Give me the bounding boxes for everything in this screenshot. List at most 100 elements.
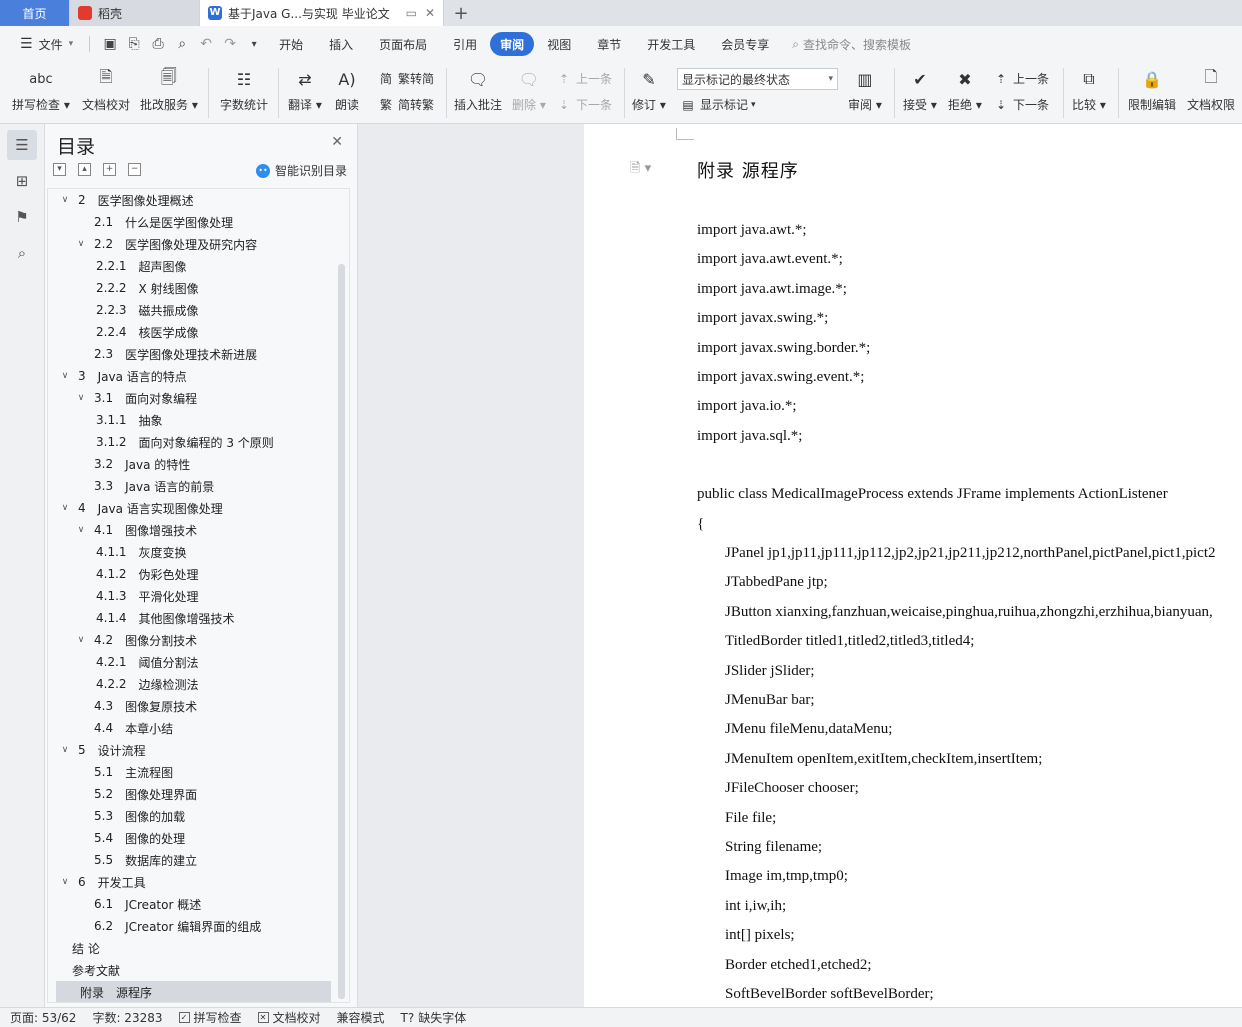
toc-item[interactable]: ∨ 4 Java 语言实现图像处理 bbox=[48, 497, 333, 519]
tab-start[interactable]: 开始 bbox=[266, 32, 316, 56]
export-pdf-icon[interactable]: ⎘ bbox=[122, 32, 146, 56]
toc-item[interactable]: 6.1 JCreator 概述 bbox=[48, 893, 333, 915]
delete-comment-button[interactable]: 🗨 删除 ▾ bbox=[512, 62, 546, 113]
restrict-edit-button[interactable]: 🔒 限制编辑 bbox=[1128, 62, 1176, 113]
tab-page-layout[interactable]: 页面布局 bbox=[366, 32, 440, 56]
toc-item[interactable]: 5.2 图像处理界面 bbox=[48, 783, 333, 805]
to-simplified-button[interactable]: 繁 简转繁 bbox=[378, 96, 434, 113]
toc-item[interactable]: 5.1 主流程图 bbox=[48, 761, 333, 783]
tab-daoke[interactable]: 稻壳 bbox=[70, 0, 200, 26]
toc-item[interactable]: ∨ 5 设计流程 bbox=[48, 739, 333, 761]
translate-button[interactable]: ⇄ 翻译 ▾ bbox=[288, 62, 322, 113]
toc-item[interactable]: 结 论 bbox=[48, 937, 333, 959]
toc-item[interactable]: ∨ 2.2 医学图像处理及研究内容 bbox=[48, 233, 333, 255]
prev-comment-button[interactable]: ⇡ 上一条 bbox=[556, 70, 612, 87]
toc-item[interactable]: 参考文献 bbox=[48, 959, 333, 981]
tab-pin-icon[interactable]: ▭ bbox=[406, 6, 417, 20]
tab-review[interactable]: 审阅 bbox=[490, 32, 535, 56]
review-service-button[interactable]: 🗐 批改服务 ▾ bbox=[140, 62, 198, 113]
toc-item[interactable]: 4.1.1 灰度变换 bbox=[48, 541, 333, 563]
insert-comment-button[interactable]: 🗨 插入批注 bbox=[454, 62, 502, 113]
paragraph-layout-icon[interactable]: 🗎 ▾ bbox=[630, 159, 651, 181]
next-comment-button[interactable]: ⇣ 下一条 bbox=[556, 96, 612, 113]
toc-item[interactable]: 2.2.2 X 射线图像 bbox=[48, 277, 333, 299]
toc-item[interactable]: 6.2 JCreator 编辑界面的组成 bbox=[48, 915, 333, 937]
toc-item[interactable]: 2.2.3 磁共振成像 bbox=[48, 299, 333, 321]
toc-item[interactable]: 2.2.1 超声图像 bbox=[48, 255, 333, 277]
search-icon[interactable]: ⌕ bbox=[7, 238, 37, 268]
collapse-all-icon[interactable]: ▴ bbox=[78, 163, 91, 176]
chevron-down-icon[interactable]: ∨ bbox=[58, 371, 72, 381]
toc-item[interactable]: 附录 源程序 bbox=[56, 981, 331, 1002]
toc-item[interactable]: 4.2.1 阈值分割法 bbox=[48, 651, 333, 673]
tab-home[interactable]: 首页 bbox=[0, 0, 70, 26]
toc-item[interactable]: ∨ 3.1 面向对象编程 bbox=[48, 387, 333, 409]
tab-document[interactable]: W 基于Java G...与实现 毕业论文 ▭ ✕ bbox=[200, 0, 444, 26]
toc-nav-icon[interactable]: ☰ bbox=[7, 130, 37, 160]
toc-item[interactable]: 5.4 图像的处理 bbox=[48, 827, 333, 849]
toc-item[interactable]: 5.3 图像的加载 bbox=[48, 805, 333, 827]
command-search[interactable]: ⌕ 查找命令、搜索模板 bbox=[792, 36, 911, 53]
toc-item[interactable]: 4.3 图像复原技术 bbox=[48, 695, 333, 717]
chevron-down-icon[interactable]: ∨ bbox=[58, 503, 72, 513]
chapter-nav-icon[interactable]: ⊞ bbox=[7, 166, 37, 196]
print-preview-icon[interactable]: ⌕ bbox=[170, 32, 194, 56]
to-traditional-button[interactable]: 简 繁转简 bbox=[378, 70, 434, 87]
chevron-down-icon[interactable]: ∨ bbox=[58, 195, 72, 205]
toc-item[interactable]: ∨ 4.2 图像分割技术 bbox=[48, 629, 333, 651]
toc-item[interactable]: 4.4 本章小结 bbox=[48, 717, 333, 739]
doc-permission-button[interactable]: 🗋 文档权限 bbox=[1187, 62, 1235, 113]
chevron-down-icon[interactable]: ∨ bbox=[74, 635, 88, 645]
undo-icon[interactable]: ↶ bbox=[194, 32, 218, 56]
compare-button[interactable]: ⧉ 比较 ▾ bbox=[1072, 62, 1106, 113]
chevron-down-icon[interactable]: ∨ bbox=[58, 877, 72, 887]
spell-check-toggle[interactable]: ✓ 拼写检查 bbox=[178, 1009, 242, 1026]
chevron-down-icon[interactable]: ∨ bbox=[74, 239, 88, 249]
remove-heading-icon[interactable]: − bbox=[128, 163, 141, 176]
word-count-button[interactable]: ☷ 字数统计 bbox=[220, 62, 268, 113]
toc-item[interactable]: 4.1.4 其他图像增强技术 bbox=[48, 607, 333, 629]
expand-all-icon[interactable]: ▾ bbox=[53, 163, 66, 176]
toc-item[interactable]: 2.2.4 核医学成像 bbox=[48, 321, 333, 343]
doc-proof-toggle[interactable]: ✕ 文档校对 bbox=[257, 1009, 321, 1026]
toc-scrollbar[interactable] bbox=[338, 264, 345, 999]
tab-references[interactable]: 引用 bbox=[440, 32, 490, 56]
new-tab-button[interactable]: + bbox=[444, 0, 478, 26]
markup-state-select[interactable]: 显示标记的最终状态 ▾ bbox=[677, 68, 838, 90]
tab-insert[interactable]: 插入 bbox=[316, 32, 366, 56]
toc-item[interactable]: ∨ 3 Java 语言的特点 bbox=[48, 365, 333, 387]
toc-item[interactable]: 3.1.2 面向对象编程的 3 个原则 bbox=[48, 431, 333, 453]
next-change-button[interactable]: ⇣ 下一条 bbox=[993, 96, 1049, 113]
toc-item[interactable]: 3.3 Java 语言的前景 bbox=[48, 475, 333, 497]
smart-toc-button[interactable]: •• 智能识别目录 bbox=[255, 162, 347, 179]
read-aloud-button[interactable]: A) 朗读 bbox=[334, 62, 360, 113]
tab-section[interactable]: 章节 bbox=[584, 32, 634, 56]
word-count-indicator[interactable]: 字数: 23283 bbox=[92, 1009, 162, 1026]
accept-button[interactable]: ✔ 接受 ▾ bbox=[903, 62, 937, 113]
chevron-down-icon[interactable]: ∨ bbox=[58, 745, 72, 755]
add-heading-icon[interactable]: + bbox=[103, 163, 116, 176]
toc-item[interactable]: 2.3 医学图像处理技术新进展 bbox=[48, 343, 333, 365]
chevron-down-icon[interactable]: ∨ bbox=[74, 525, 88, 535]
show-markup-button[interactable]: ▤ 显示标记 ▾ bbox=[680, 96, 755, 113]
tab-view[interactable]: 视图 bbox=[534, 32, 584, 56]
spell-check-button[interactable]: abc 拼写检查 ▾ bbox=[12, 62, 70, 113]
save-icon[interactable]: ▣ bbox=[98, 32, 122, 56]
print-icon[interactable]: ⎙ bbox=[146, 32, 170, 56]
missing-font-button[interactable]: T? 缺失字体 bbox=[401, 1009, 467, 1026]
toc-item[interactable]: 5.5 数据库的建立 bbox=[48, 849, 333, 871]
file-menu-button[interactable]: ☰ 文件 ▾ bbox=[12, 32, 81, 56]
prev-change-button[interactable]: ⇡ 上一条 bbox=[993, 70, 1049, 87]
quick-access-more-icon[interactable]: ▾ bbox=[242, 32, 266, 56]
toc-item[interactable]: 4.1.3 平滑化处理 bbox=[48, 585, 333, 607]
toc-item[interactable]: 4.2.2 边缘检测法 bbox=[48, 673, 333, 695]
toc-item[interactable]: ∨ 6 开发工具 bbox=[48, 871, 333, 893]
toc-item[interactable]: 3.1.1 抽象 bbox=[48, 409, 333, 431]
bookmark-icon[interactable]: ⚑ bbox=[7, 202, 37, 232]
reject-button[interactable]: ✖ 拒绝 ▾ bbox=[948, 62, 982, 113]
toc-item[interactable]: 2.1 什么是医学图像处理 bbox=[48, 211, 333, 233]
toc-item[interactable]: ∨ 4.1 图像增强技术 bbox=[48, 519, 333, 541]
tab-developer[interactable]: 开发工具 bbox=[634, 32, 708, 56]
page-indicator[interactable]: 页面: 53/62 bbox=[10, 1009, 76, 1026]
redo-icon[interactable]: ↷ bbox=[218, 32, 242, 56]
